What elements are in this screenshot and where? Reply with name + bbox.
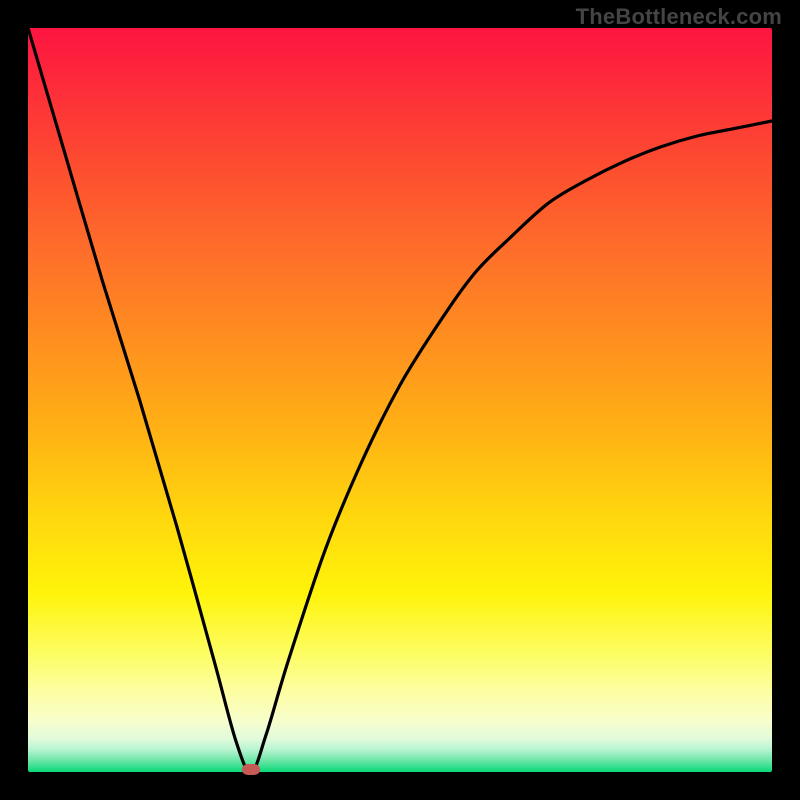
plot-gradient-background — [28, 28, 772, 772]
optimum-marker — [242, 764, 260, 775]
chart-frame: TheBottleneck.com — [0, 0, 800, 800]
watermark-label: TheBottleneck.com — [576, 4, 782, 30]
